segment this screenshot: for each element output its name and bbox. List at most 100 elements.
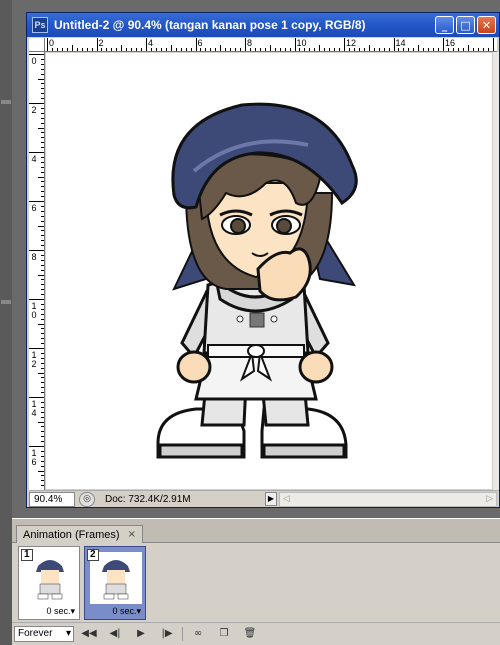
ruler-tick bbox=[41, 181, 44, 183]
ruler-label: 6 bbox=[197, 38, 203, 48]
animation-frame-1[interactable]: 1 0 sec.▾ bbox=[18, 546, 80, 620]
animation-frame-2[interactable]: 2 0 sec.▾ bbox=[84, 546, 146, 620]
ruler-tick bbox=[29, 103, 44, 104]
ruler-tick bbox=[76, 48, 78, 51]
ruler-tick bbox=[41, 117, 44, 119]
ruler-label: 10 bbox=[31, 301, 37, 320]
ruler-tick bbox=[447, 48, 449, 51]
uniform-badge bbox=[249, 312, 265, 328]
play-icon[interactable]: ▶ bbox=[130, 626, 152, 642]
ruler-tick bbox=[452, 48, 454, 51]
toolbar-divider bbox=[182, 626, 183, 641]
ruler-tick bbox=[41, 68, 44, 70]
status-menu-arrow-icon[interactable]: ▶ bbox=[265, 492, 277, 506]
ruler-tick bbox=[41, 480, 44, 482]
maximize-button[interactable]: □ bbox=[456, 16, 475, 34]
tab-close-icon[interactable]: × bbox=[128, 529, 136, 540]
frames-area: 1 0 sec.▾ 2 0 sec.▾ bbox=[12, 544, 500, 622]
ruler-tick bbox=[38, 127, 44, 129]
ruler-tick bbox=[41, 357, 44, 359]
frame-delay[interactable]: 0 sec.▾ bbox=[46, 606, 75, 617]
ruler-origin[interactable] bbox=[29, 38, 45, 52]
ruler-tick bbox=[383, 48, 385, 51]
ruler-tick bbox=[96, 38, 98, 51]
duplicate-frame-icon[interactable]: ❐ bbox=[213, 626, 235, 642]
ruler-tick bbox=[477, 48, 479, 51]
ruler-tick bbox=[29, 446, 44, 447]
ruler-tick bbox=[41, 279, 44, 281]
ruler-tick bbox=[41, 107, 44, 109]
ruler-tick bbox=[116, 48, 118, 51]
ruler-tick bbox=[41, 303, 44, 305]
ruler-tick bbox=[41, 191, 44, 193]
ruler-tick bbox=[225, 48, 227, 51]
next-frame-icon[interactable]: |▶ bbox=[156, 626, 178, 642]
ruler-tick bbox=[220, 45, 222, 51]
ruler-tick bbox=[393, 38, 395, 51]
ruler-tick bbox=[269, 45, 271, 51]
ruler-tick bbox=[29, 201, 44, 202]
scroll-right-icon[interactable]: ▷ bbox=[486, 494, 493, 504]
ruler-tick bbox=[41, 367, 44, 369]
ruler-tick bbox=[41, 122, 44, 124]
tab-label: Animation (Frames) bbox=[23, 528, 120, 541]
loop-options-select[interactable]: Forever ▾ bbox=[14, 625, 74, 642]
status-info-icon[interactable]: ◎ bbox=[79, 491, 95, 507]
frame-delay[interactable]: 0 sec.▾ bbox=[112, 606, 141, 617]
document-canvas[interactable] bbox=[46, 53, 492, 489]
ruler-tick bbox=[41, 450, 44, 452]
scroll-left-icon[interactable]: ◁ bbox=[283, 494, 290, 504]
strip-marker bbox=[1, 300, 11, 304]
ruler-tick bbox=[41, 186, 44, 188]
animation-toolbar: Forever ▾ ◀◀ ◀| ▶ |▶ ∞ ❐ 🗑 bbox=[12, 622, 500, 644]
ruler-tick bbox=[81, 48, 83, 51]
ruler-tick bbox=[235, 48, 237, 51]
ruler-label: 14 bbox=[395, 38, 406, 48]
ruler-tick bbox=[29, 152, 44, 153]
vertical-scrollbar[interactable] bbox=[493, 52, 499, 490]
ruler-tick bbox=[438, 48, 440, 51]
ruler-tick bbox=[106, 48, 108, 51]
ruler-tick bbox=[398, 48, 400, 51]
minimize-button[interactable]: _ bbox=[435, 16, 454, 34]
ruler-tick bbox=[254, 48, 256, 51]
ruler-tick bbox=[41, 431, 44, 433]
ruler-tick bbox=[264, 48, 266, 51]
ruler-label: 0 bbox=[31, 56, 37, 66]
title-bar[interactable]: Ps Untitled-2 @ 90.4% (tangan kanan pose… bbox=[27, 13, 499, 37]
tab-animation-frames[interactable]: Animation (Frames) × bbox=[16, 525, 143, 543]
ruler-tick bbox=[373, 48, 375, 51]
horizontal-scrollbar[interactable]: ◁ ▷ bbox=[279, 491, 497, 507]
ruler-label: 14 bbox=[31, 399, 37, 418]
vertical-ruler[interactable]: 0 2 4 6 8 10 12 14 16 bbox=[29, 52, 45, 490]
first-frame-icon[interactable]: ◀◀ bbox=[78, 626, 100, 642]
ruler-tick bbox=[41, 161, 44, 163]
ruler-label: 2 bbox=[98, 38, 104, 48]
ruler-label: 0 bbox=[49, 38, 55, 48]
status-bar: 90.4% ◎ Doc: 732.4K/2.91M ▶ ◁ ▷ bbox=[29, 490, 499, 507]
previous-frame-icon[interactable]: ◀| bbox=[104, 626, 126, 642]
horizontal-ruler[interactable]: 0 2 4 6 8 10 12 14 16 bbox=[45, 38, 497, 52]
frame-number: 1 bbox=[21, 549, 33, 561]
ruler-tick bbox=[428, 48, 430, 51]
ruler-tick bbox=[29, 54, 44, 55]
ruler-tick bbox=[41, 485, 44, 487]
button bbox=[270, 315, 278, 323]
ruler-label: 2 bbox=[31, 105, 37, 115]
zoom-level-field[interactable]: 90.4% bbox=[29, 491, 75, 507]
tween-icon[interactable]: ∞ bbox=[187, 626, 209, 642]
ruler-tick bbox=[41, 338, 44, 340]
document-window[interactable]: Ps Untitled-2 @ 90.4% (tangan kanan pose… bbox=[26, 12, 500, 508]
close-button[interactable]: ✕ bbox=[477, 16, 496, 34]
strip-marker bbox=[1, 100, 11, 104]
ruler-tick bbox=[329, 48, 331, 51]
ruler-tick bbox=[200, 48, 202, 51]
ruler-tick bbox=[363, 48, 365, 51]
ruler-tick bbox=[259, 48, 261, 51]
button bbox=[236, 315, 244, 323]
ruler-tick bbox=[358, 48, 360, 51]
delete-frame-icon[interactable]: 🗑 bbox=[239, 626, 261, 642]
ruler-tick bbox=[38, 421, 44, 423]
ruler-tick bbox=[304, 48, 306, 51]
ruler-tick bbox=[41, 156, 44, 158]
